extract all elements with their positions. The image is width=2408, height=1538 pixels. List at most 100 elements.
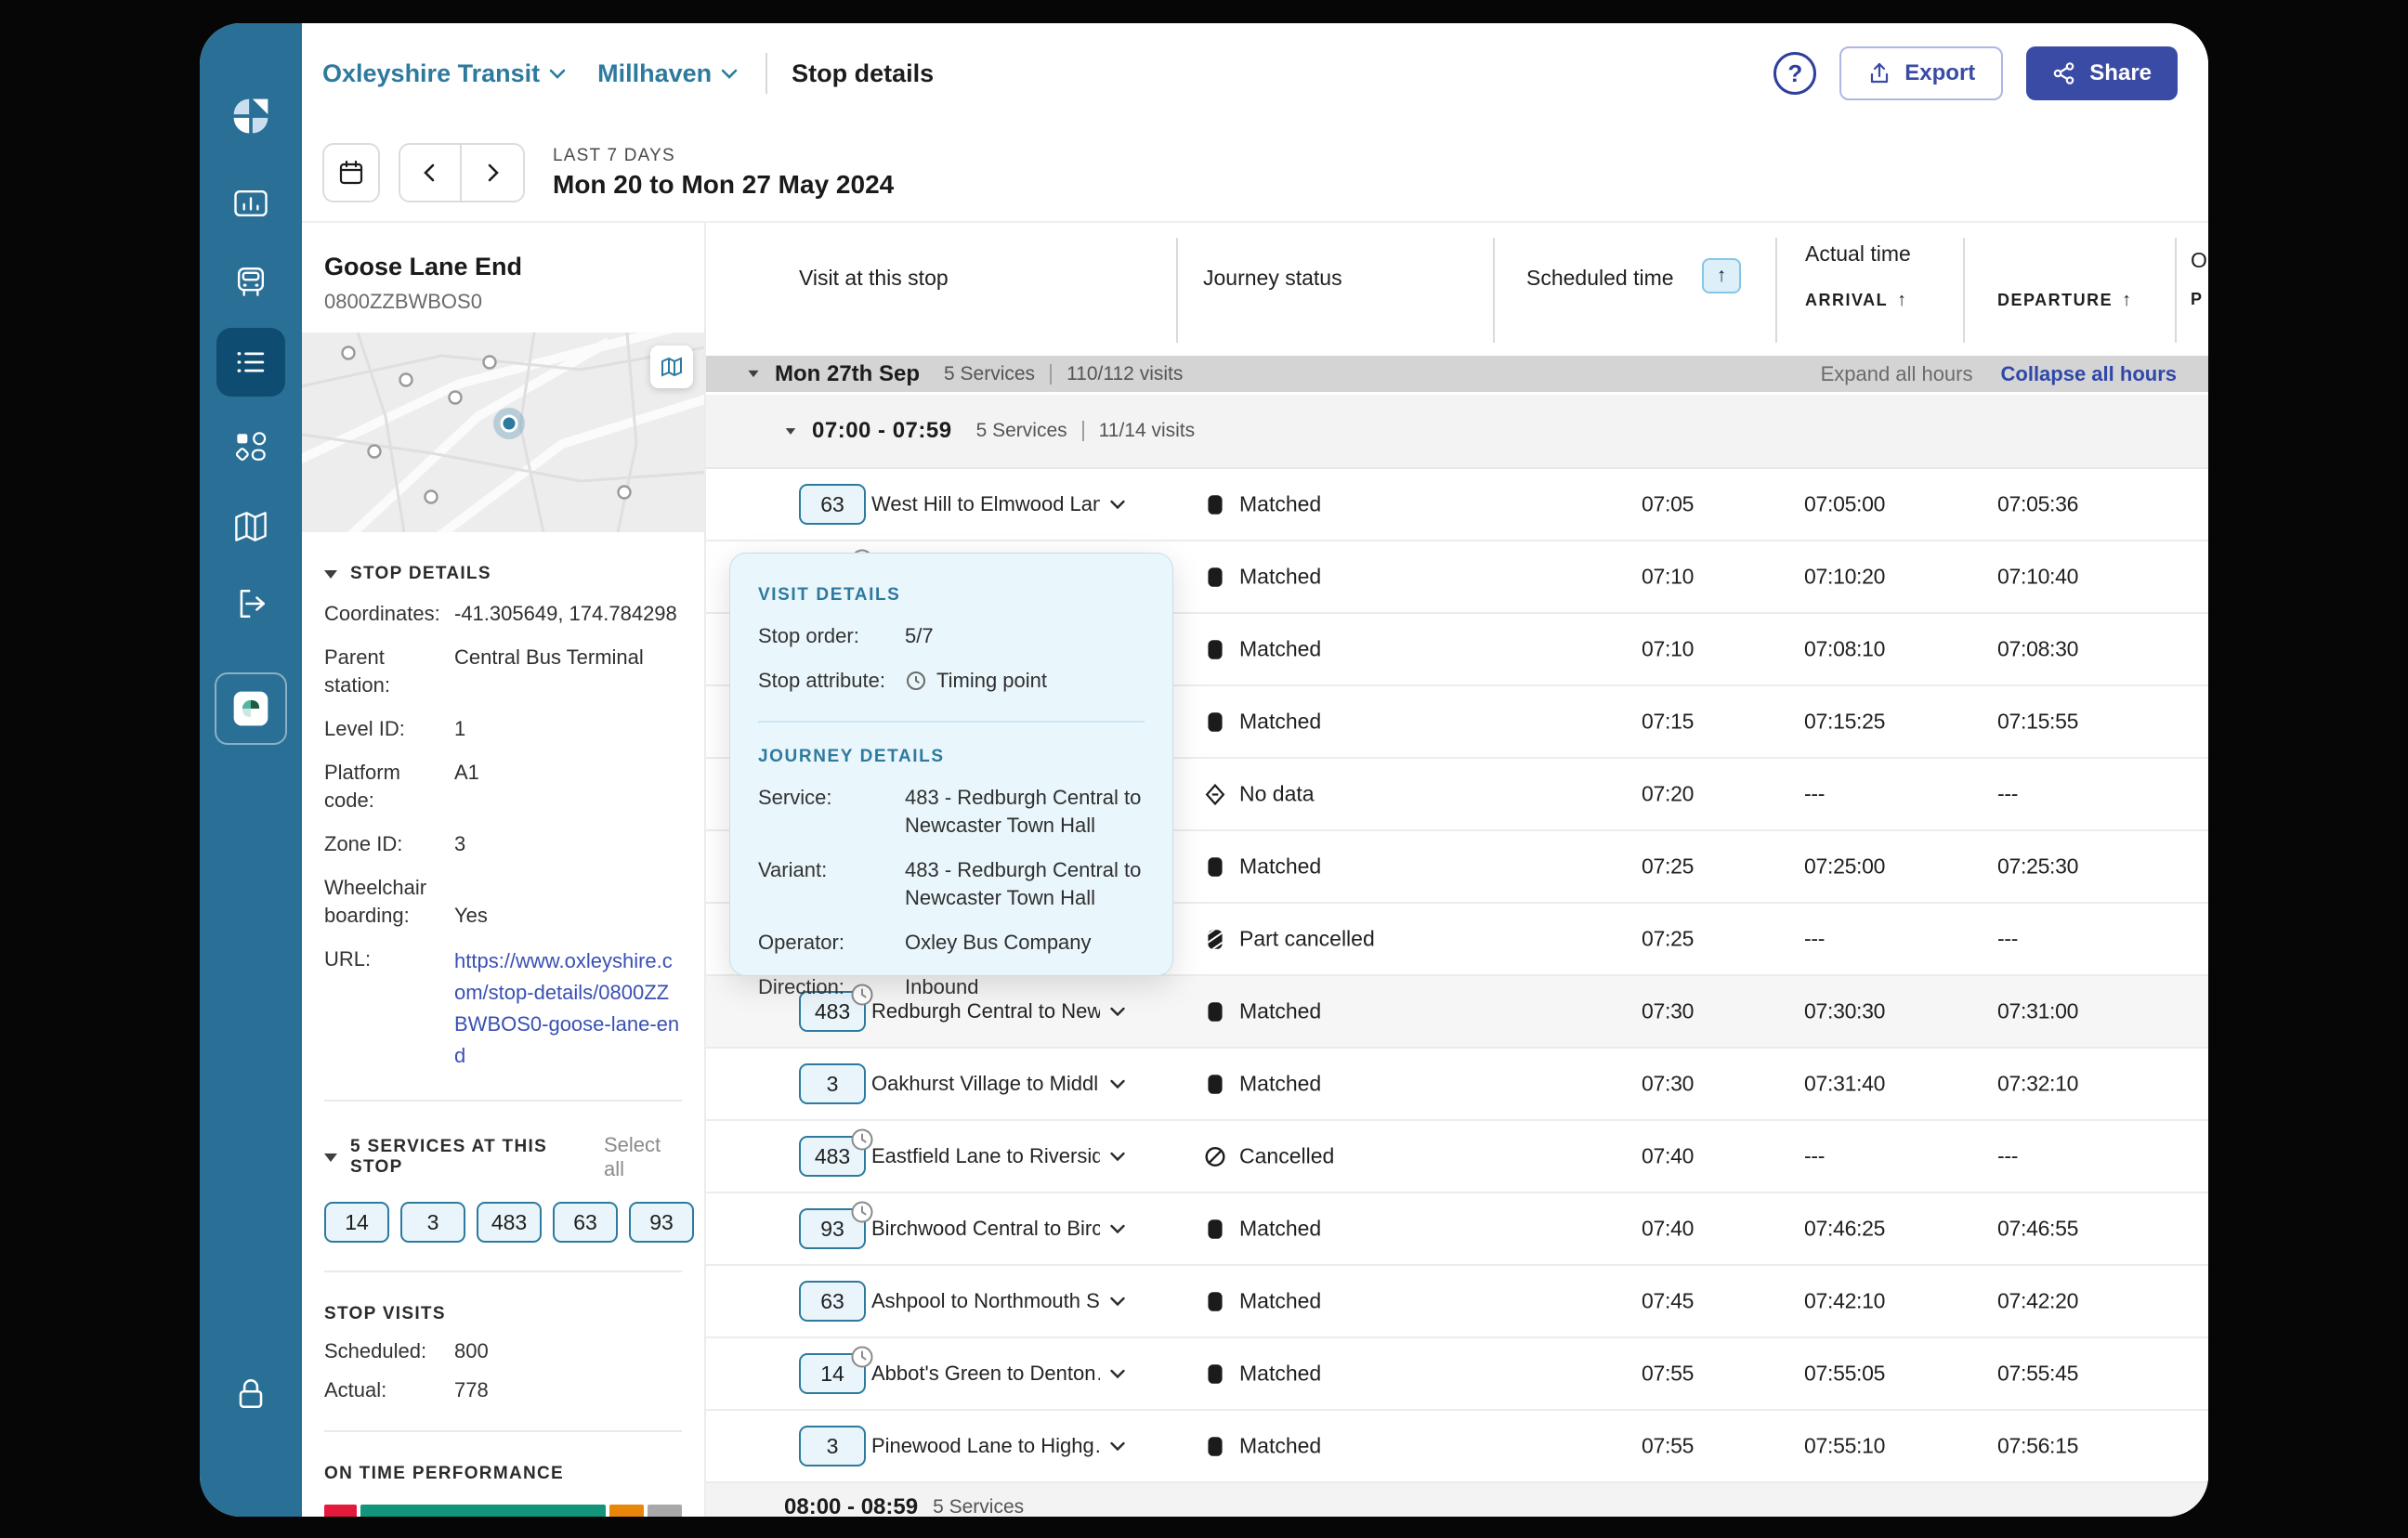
stop-visits-section: STOP VISITS Scheduled:800Actual:778 (302, 1304, 704, 1432)
journey-destination: Birchwood Central to Birc… (871, 1217, 1100, 1241)
sidebar-item-vehicles[interactable] (225, 255, 277, 307)
actual-departure-time: 07:25:30 (1997, 854, 2078, 880)
sidebar-item-workspace-app[interactable] (215, 672, 287, 745)
detail-value: -41.305649, 174.784298 (454, 600, 677, 628)
day-group-row[interactable]: Mon 27th Sep 5 Services 110/112 visits E… (706, 356, 2208, 395)
service-filter-chip[interactable]: 93 (629, 1202, 694, 1243)
export-button[interactable]: Export (1839, 46, 2003, 100)
sidebar-item-sign-out[interactable] (225, 578, 277, 630)
actual-arrival-time: 07:25:00 (1804, 854, 1885, 880)
actual-arrival-time: 07:46:25 (1804, 1217, 1885, 1242)
selected-stop-marker[interactable] (493, 408, 525, 439)
service-number-chip[interactable]: 63 (799, 484, 866, 525)
stop-marker[interactable] (450, 392, 462, 404)
service-number-chip[interactable]: 3 (799, 1426, 866, 1466)
visit-row[interactable]: 63West Hill to Elmwood Lan…Matched07:050… (706, 469, 2208, 541)
visit-row[interactable]: 93Birchwood Central to Birc…Matched07:40… (706, 1193, 2208, 1266)
stop-visits-row: Actual:778 (324, 1378, 682, 1402)
expand-row-chevron-icon[interactable] (1106, 1144, 1130, 1168)
journey-destination: Pinewood Lane to Highg… (871, 1434, 1100, 1458)
stop-marker[interactable] (425, 491, 438, 503)
service-number-chip[interactable]: 3 (799, 1063, 866, 1104)
sidebar-item-logo[interactable] (225, 90, 277, 142)
lock-icon (230, 1374, 271, 1414)
select-all-link[interactable]: Select all (604, 1133, 682, 1181)
service-number-chip[interactable]: 63 (799, 1281, 866, 1322)
actual-arrival-time: --- (1804, 782, 1825, 807)
expand-row-chevron-icon[interactable] (1106, 1072, 1130, 1096)
sidebar-item-lock[interactable] (225, 1368, 277, 1420)
breadcrumb-area-label: Millhaven (597, 59, 712, 88)
expand-row-chevron-icon[interactable] (1106, 1217, 1130, 1241)
sidebar-item-map[interactable] (225, 501, 277, 553)
detail-row: Platform code:A1 (324, 759, 682, 815)
status-matched-icon (1203, 1217, 1227, 1241)
hour-group-row[interactable]: 07:00 - 07:59 5 Services 11/14 visits (706, 395, 2208, 469)
sort-up-icon: ↑ (2122, 290, 2133, 311)
visit-row[interactable]: 63Ashpool to Northmouth S…Matched07:4507… (706, 1266, 2208, 1338)
content-body: Goose Lane End 0800ZZBWBOS0 (302, 223, 2208, 1517)
visit-row[interactable]: 483Eastfield Lane to Riversid…Cancelled0… (706, 1121, 2208, 1193)
services-section: 5 SERVICES AT THIS STOP Select all 14348… (302, 1133, 704, 1272)
detail-row: Wheelchair boarding:Yes (324, 874, 682, 930)
map-expand-button[interactable] (650, 345, 693, 388)
list-icon (230, 342, 271, 383)
visit-row[interactable]: 3Pinewood Lane to Highg…Matched07:5507:5… (706, 1411, 2208, 1483)
status-label: Matched (1239, 1289, 1321, 1314)
hour-visits-count: 11/14 visits (1099, 420, 1196, 442)
sign-out-icon (230, 583, 271, 624)
stop-url-link[interactable]: https://www.oxleyshire.com/stop-details/… (454, 945, 682, 1072)
stop-marker[interactable] (619, 487, 631, 499)
actual-departure-time: 07:32:10 (1997, 1072, 2078, 1097)
col-arrival[interactable]: ARRIVAL↑ (1805, 290, 1908, 311)
stop-visits-value: 800 (454, 1339, 489, 1363)
actual-departure-time: 07:31:00 (1997, 999, 2078, 1024)
service-number-chip[interactable]: 14 (799, 1353, 866, 1394)
sidebar-item-stop-list[interactable] (216, 328, 285, 397)
stop-marker[interactable] (400, 374, 412, 386)
service-number: 3 (827, 1072, 839, 1097)
expand-row-chevron-icon[interactable] (1106, 1434, 1130, 1458)
actual-arrival-time: 07:30:30 (1804, 999, 1885, 1024)
service-number-chip[interactable]: 483 (799, 1136, 866, 1177)
sidebar-item-components[interactable] (225, 421, 277, 473)
expand-row-chevron-icon[interactable] (1106, 492, 1130, 516)
collapse-caret-icon (786, 428, 796, 435)
scheduled-time: 07:30 (1642, 999, 1694, 1024)
section-title: STOP VISITS (324, 1304, 446, 1324)
breadcrumb-area[interactable]: Millhaven (597, 59, 738, 88)
service-filter-chip[interactable]: 3 (400, 1202, 465, 1243)
journey-destination: Oakhurst Village to Middl… (871, 1072, 1100, 1096)
expand-all-hours-link[interactable]: Expand all hours (1821, 362, 1973, 386)
expand-row-chevron-icon[interactable] (1106, 1289, 1130, 1313)
stop-marker[interactable] (484, 357, 496, 369)
collapse-all-hours-link[interactable]: Collapse all hours (2001, 362, 2178, 386)
col-departure[interactable]: DEPARTURE↑ (1997, 290, 2133, 311)
collapse-caret-icon[interactable] (324, 570, 337, 579)
scheduled-time: 07:45 (1642, 1289, 1694, 1314)
share-button[interactable]: Share (2026, 46, 2178, 100)
visit-row[interactable]: 3Oakhurst Village to Middl…Matched07:300… (706, 1049, 2208, 1121)
stop-marker[interactable] (369, 446, 381, 458)
scheduled-sort-button[interactable]: ↑ (1702, 258, 1741, 293)
service-filter-chip[interactable]: 63 (553, 1202, 618, 1243)
service-filter-chip[interactable]: 483 (477, 1202, 542, 1243)
stop-marker[interactable] (343, 347, 355, 359)
service-number-chip[interactable]: 93 (799, 1208, 866, 1249)
status-label: Matched (1239, 1434, 1321, 1459)
prev-day-button[interactable] (400, 145, 462, 201)
next-hour-group-row[interactable]: 08:00 - 08:59 5 Services (706, 1483, 2208, 1517)
breadcrumb-network[interactable]: Oxleyshire Transit (322, 59, 566, 88)
help-button[interactable]: ? (1773, 52, 1816, 95)
next-day-button[interactable] (462, 145, 523, 201)
calendar-button[interactable] (322, 143, 380, 202)
visit-row[interactable]: 14Abbot's Green to Denton…Matched07:5507… (706, 1338, 2208, 1411)
service-filter-chip[interactable]: 14 (324, 1202, 389, 1243)
expand-row-chevron-icon[interactable] (1106, 999, 1130, 1023)
sidebar-item-dashboard[interactable] (225, 177, 277, 229)
visit-details-popover: VISIT DETAILS Stop order: 5/7 Stop attri… (729, 553, 1173, 976)
expand-row-chevron-icon[interactable] (1106, 1362, 1130, 1386)
collapse-caret-icon[interactable] (324, 1154, 337, 1162)
stop-map[interactable] (302, 332, 706, 532)
detail-label: Platform code: (324, 759, 454, 815)
